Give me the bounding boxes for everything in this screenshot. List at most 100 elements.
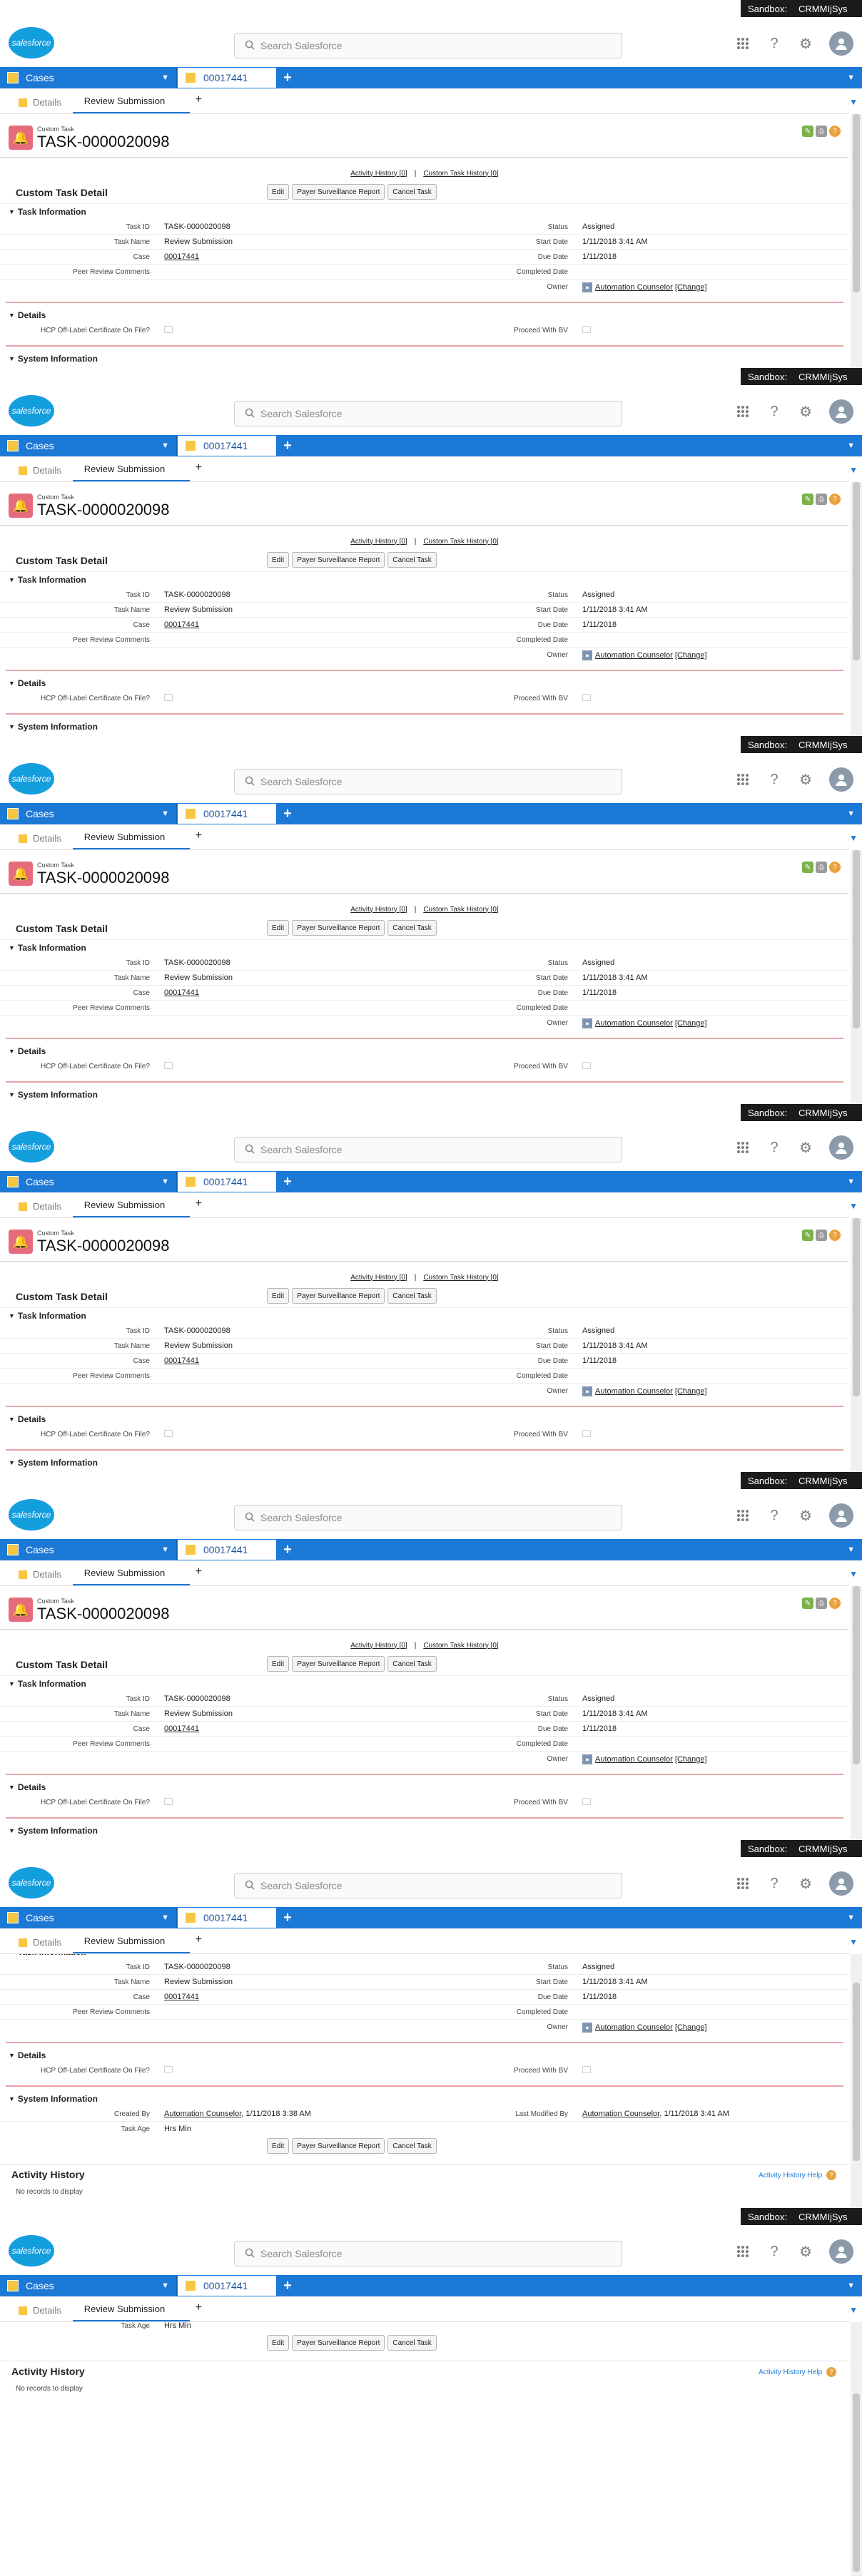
tab-overflow-icon[interactable]: ▼ [847,1913,855,1922]
collapse-triangle-icon[interactable]: ▼ [9,576,15,583]
case-link[interactable]: 00017441 [164,988,199,997]
subtab-overflow-icon[interactable]: ▼ [849,465,858,475]
payer-surveillance-report-button[interactable]: Payer Surveillance Report [292,1288,385,1304]
activity-history-link[interactable]: Activity History [0] [350,538,407,546]
payer-surveillance-report-button[interactable]: Payer Surveillance Report [292,552,385,568]
case-link[interactable]: 00017441 [164,1724,199,1733]
tab-overflow-icon[interactable]: ▼ [847,809,855,818]
details-section[interactable]: ▼ Details [0,675,849,691]
task-information-section[interactable]: ▼ Task Information [0,1954,849,1960]
search-input[interactable]: Search Salesforce [234,769,622,794]
help-circle-icon[interactable]: ? [826,2367,836,2377]
salesforce-logo[interactable]: salesforce [9,1499,54,1530]
app-launcher-icon[interactable] [735,772,751,787]
edit-button[interactable]: Edit [267,1288,290,1304]
collapse-triangle-icon[interactable]: ▼ [9,355,15,362]
subtab-overflow-icon[interactable]: ▼ [849,97,858,107]
created-by-link[interactable]: Automation Counselor [164,2110,241,2118]
print-icon[interactable]: ⎙ [816,126,827,137]
system-information-section[interactable]: ▼ System Information [0,351,849,367]
collapse-triangle-icon[interactable]: ▼ [9,208,15,215]
tab-overflow-icon[interactable]: ▼ [847,1177,855,1186]
collapse-triangle-icon[interactable]: ▼ [9,1459,15,1466]
scrollbar[interactable] [851,1218,862,1472]
app-launcher-icon[interactable] [735,1140,751,1155]
collapse-triangle-icon[interactable]: ▼ [9,1048,15,1055]
collapse-triangle-icon[interactable]: ▼ [9,723,15,730]
tab-cases[interactable]: Cases ▼ [0,435,177,456]
payer-surveillance-report-button[interactable]: Payer Surveillance Report [292,184,385,200]
add-subtab-icon[interactable]: + [190,93,208,113]
tab-cases[interactable]: Cases ▼ [0,803,177,824]
tab-overflow-icon[interactable]: ▼ [847,73,855,82]
salesforce-logo[interactable]: salesforce [9,2235,54,2266]
tab-overflow-icon[interactable]: ▼ [847,1545,855,1554]
search-input[interactable]: Search Salesforce [234,1873,622,1898]
tab-cases[interactable]: Cases ▼ [0,2275,177,2296]
app-launcher-icon[interactable] [735,404,751,419]
change-owner-link[interactable]: [Change] [675,1755,707,1764]
search-input[interactable]: Search Salesforce [234,33,622,58]
collapse-triangle-icon[interactable]: ▼ [9,1416,15,1423]
system-information-section[interactable]: ▼ System Information [0,1087,849,1103]
scrollbar-thumb[interactable] [853,850,860,1028]
subtab-review-submission[interactable]: Review Submission [72,1200,190,1217]
add-subtab-icon[interactable]: + [190,829,208,849]
case-link[interactable]: 00017441 [164,1993,199,2001]
activity-history-link[interactable]: Activity History [0] [350,1274,407,1282]
cancel-task-button[interactable]: Cancel Task [387,1288,437,1304]
system-information-section[interactable]: ▼ System Information [0,1823,849,1839]
case-link[interactable]: 00017441 [164,1356,199,1365]
help-circle-icon[interactable]: ? [829,494,841,505]
collapse-triangle-icon[interactable]: ▼ [9,1312,15,1319]
add-tab-icon[interactable]: + [277,1542,298,1558]
help-icon[interactable]: ? [766,404,782,419]
avatar-icon[interactable] [829,767,853,792]
task-information-section[interactable]: ▼ Task Information [0,204,849,220]
edit-layout-icon[interactable]: ✎ [802,126,813,137]
subtab-details[interactable]: Details [7,2305,73,2321]
avatar-icon[interactable] [829,399,853,424]
subtab-details[interactable]: Details [7,1569,73,1585]
tab-record[interactable]: 00017441 [177,1539,277,1560]
scrollbar[interactable] [851,1586,862,1840]
salesforce-logo[interactable]: salesforce [9,1131,54,1162]
add-tab-icon[interactable]: + [277,70,298,86]
change-owner-link[interactable]: [Change] [675,1019,707,1028]
chevron-down-icon[interactable]: ▼ [161,1913,169,1922]
salesforce-logo[interactable]: salesforce [9,1867,54,1898]
app-launcher-icon[interactable] [735,1876,751,1891]
add-tab-icon[interactable]: + [277,1910,298,1926]
app-launcher-icon[interactable] [735,2244,751,2259]
scrollbar[interactable] [851,482,862,736]
tab-cases[interactable]: Cases ▼ [0,1907,177,1928]
edit-button[interactable]: Edit [267,184,290,200]
scrollbar-thumb[interactable] [853,2393,860,2572]
edit-layout-icon[interactable]: ✎ [802,1230,813,1241]
subtab-review-submission[interactable]: Review Submission [72,464,190,481]
custom-task-history-link[interactable]: Custom Task History [0] [423,906,498,914]
subtab-review-submission[interactable]: Review Submission [72,832,190,849]
scrollbar[interactable] [851,2322,862,2576]
payer-surveillance-report-button[interactable]: Payer Surveillance Report [292,1656,385,1672]
print-icon[interactable]: ⎙ [816,1598,827,1609]
chevron-down-icon[interactable]: ▼ [161,1177,169,1186]
add-subtab-icon[interactable]: + [190,2301,208,2321]
gear-icon[interactable]: ⚙ [798,1508,813,1524]
gear-icon[interactable]: ⚙ [798,404,813,420]
salesforce-logo[interactable]: salesforce [9,395,54,426]
edit-layout-icon[interactable]: ✎ [802,862,813,873]
system-information-section[interactable]: ▼ System Information [0,1455,849,1471]
custom-task-history-link[interactable]: Custom Task History [0] [423,1642,498,1650]
scrollbar-thumb[interactable] [853,114,860,292]
cancel-task-button[interactable]: Cancel Task [387,1656,437,1672]
task-information-section[interactable]: ▼ Task Information [0,572,849,588]
activity-history-link[interactable]: Activity History [0] [350,1642,407,1650]
change-owner-link[interactable]: [Change] [675,1387,707,1396]
collapse-triangle-icon[interactable]: ▼ [9,312,15,319]
gear-icon[interactable]: ⚙ [798,1140,813,1156]
activity-history-link[interactable]: Activity History [0] [350,170,407,178]
owner-link[interactable]: Automation Counselor [595,1755,673,1764]
activity-history-link[interactable]: Activity History [0] [350,906,407,914]
subtab-details[interactable]: Details [7,97,73,113]
